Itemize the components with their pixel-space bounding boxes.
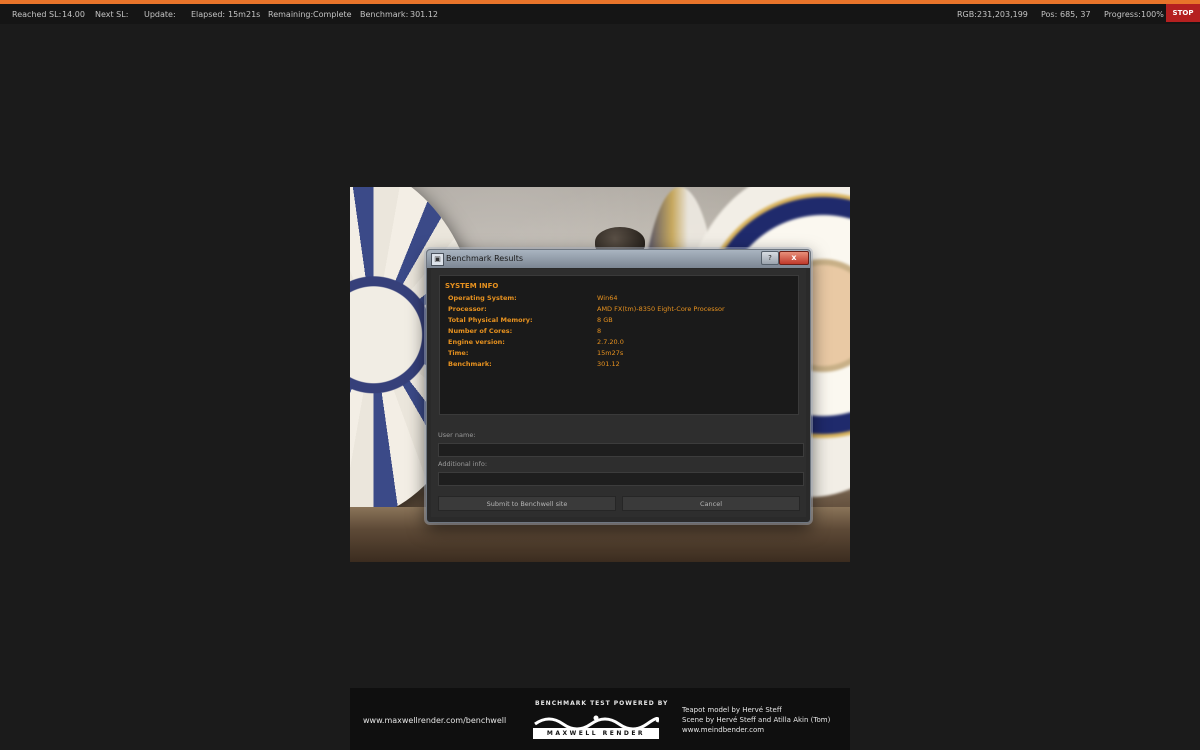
pos-value: 685, 37 [1060,10,1091,19]
powered-by-text: BENCHMARK TEST POWERED BY [535,700,669,707]
info-key: Operating System: [448,294,517,302]
info-value: 2.7.20.0 [597,338,624,346]
info-value: 8 [597,327,602,335]
info-row-cores: Number of Cores: 8 [448,327,788,338]
additional-info-input[interactable] [438,472,804,486]
benchmark-footer-banner: www.maxwellrender.com/benchwell BENCHMAR… [350,688,850,750]
update-label: Update: [144,10,176,19]
info-value: 301.12 [597,360,620,368]
info-key: Engine version: [448,338,505,346]
info-row-memory: Total Physical Memory: 8 GB [448,316,788,327]
info-row-time: Time: 15m27s [448,349,788,360]
status-bar: Reached SL: 14.00 Next SL: Update: Elaps… [0,4,1200,24]
help-button[interactable]: ? [761,251,779,265]
credit-website: www.meindbender.com [682,726,765,734]
system-info-heading: SYSTEM INFO [445,282,499,290]
stop-button[interactable]: STOP [1166,4,1200,22]
dialog-title: Benchmark Results [446,254,523,263]
benchmark-value: 301.12 [410,10,438,19]
next-sl-label: Next SL: [95,10,129,19]
dialog-titlebar[interactable]: ▣ Benchmark Results ? x [427,250,810,268]
info-row-engine: Engine version: 2.7.20.0 [448,338,788,349]
benchmark-results-dialog: ▣ Benchmark Results ? x SYSTEM INFO Oper… [426,249,811,523]
info-row-os: Operating System: Win64 [448,294,788,305]
info-key: Benchmark: [448,360,492,368]
app-icon: ▣ [431,253,444,266]
info-key: Number of Cores: [448,327,513,335]
info-value: 8 GB [597,316,613,324]
maxwell-render-logotype: MAXWELL RENDER [533,728,659,739]
cancel-button[interactable]: Cancel [622,496,800,511]
info-value: Win64 [597,294,618,302]
credit-scene: Scene by Hervé Steff and Atilla Akin (To… [682,716,831,724]
dialog-body: SYSTEM INFO Operating System: Win64 Proc… [431,269,806,517]
rgb-label: RGB: [957,10,977,19]
progress-label: Progress: [1104,10,1141,19]
pos-label: Pos: [1041,10,1058,19]
user-name-label: User name: [438,431,476,439]
info-row-processor: Processor: AMD FX(tm)-8350 Eight-Core Pr… [448,305,788,316]
close-button[interactable]: x [779,251,809,265]
info-key: Processor: [448,305,487,313]
system-info-panel: SYSTEM INFO Operating System: Win64 Proc… [439,275,799,415]
credit-teapot: Teapot model by Hervé Steff [682,706,782,714]
progress-value: 100% [1141,10,1164,19]
additional-info-label: Additional info: [438,460,488,468]
reached-sl-value: 14.00 [62,10,85,19]
info-key: Total Physical Memory: [448,316,533,324]
reached-sl-label: Reached SL: [12,10,62,19]
submit-button[interactable]: Submit to Benchwell site [438,496,616,511]
info-value: AMD FX(tm)-8350 Eight-Core Processor [597,305,725,313]
elapsed-label: Elapsed: [191,10,226,19]
user-name-input[interactable] [438,443,804,457]
rgb-value: 231,203,199 [977,10,1028,19]
benchmark-label: Benchmark: [360,10,409,19]
remaining-value: Complete [313,10,352,19]
elapsed-value: 15m21s [228,10,261,19]
info-row-benchmark: Benchmark: 301.12 [448,360,788,371]
remaining-label: Remaining: [268,10,314,19]
footer-url: www.maxwellrender.com/benchwell [363,716,507,725]
info-key: Time: [448,349,469,357]
info-value: 15m27s [597,349,624,357]
